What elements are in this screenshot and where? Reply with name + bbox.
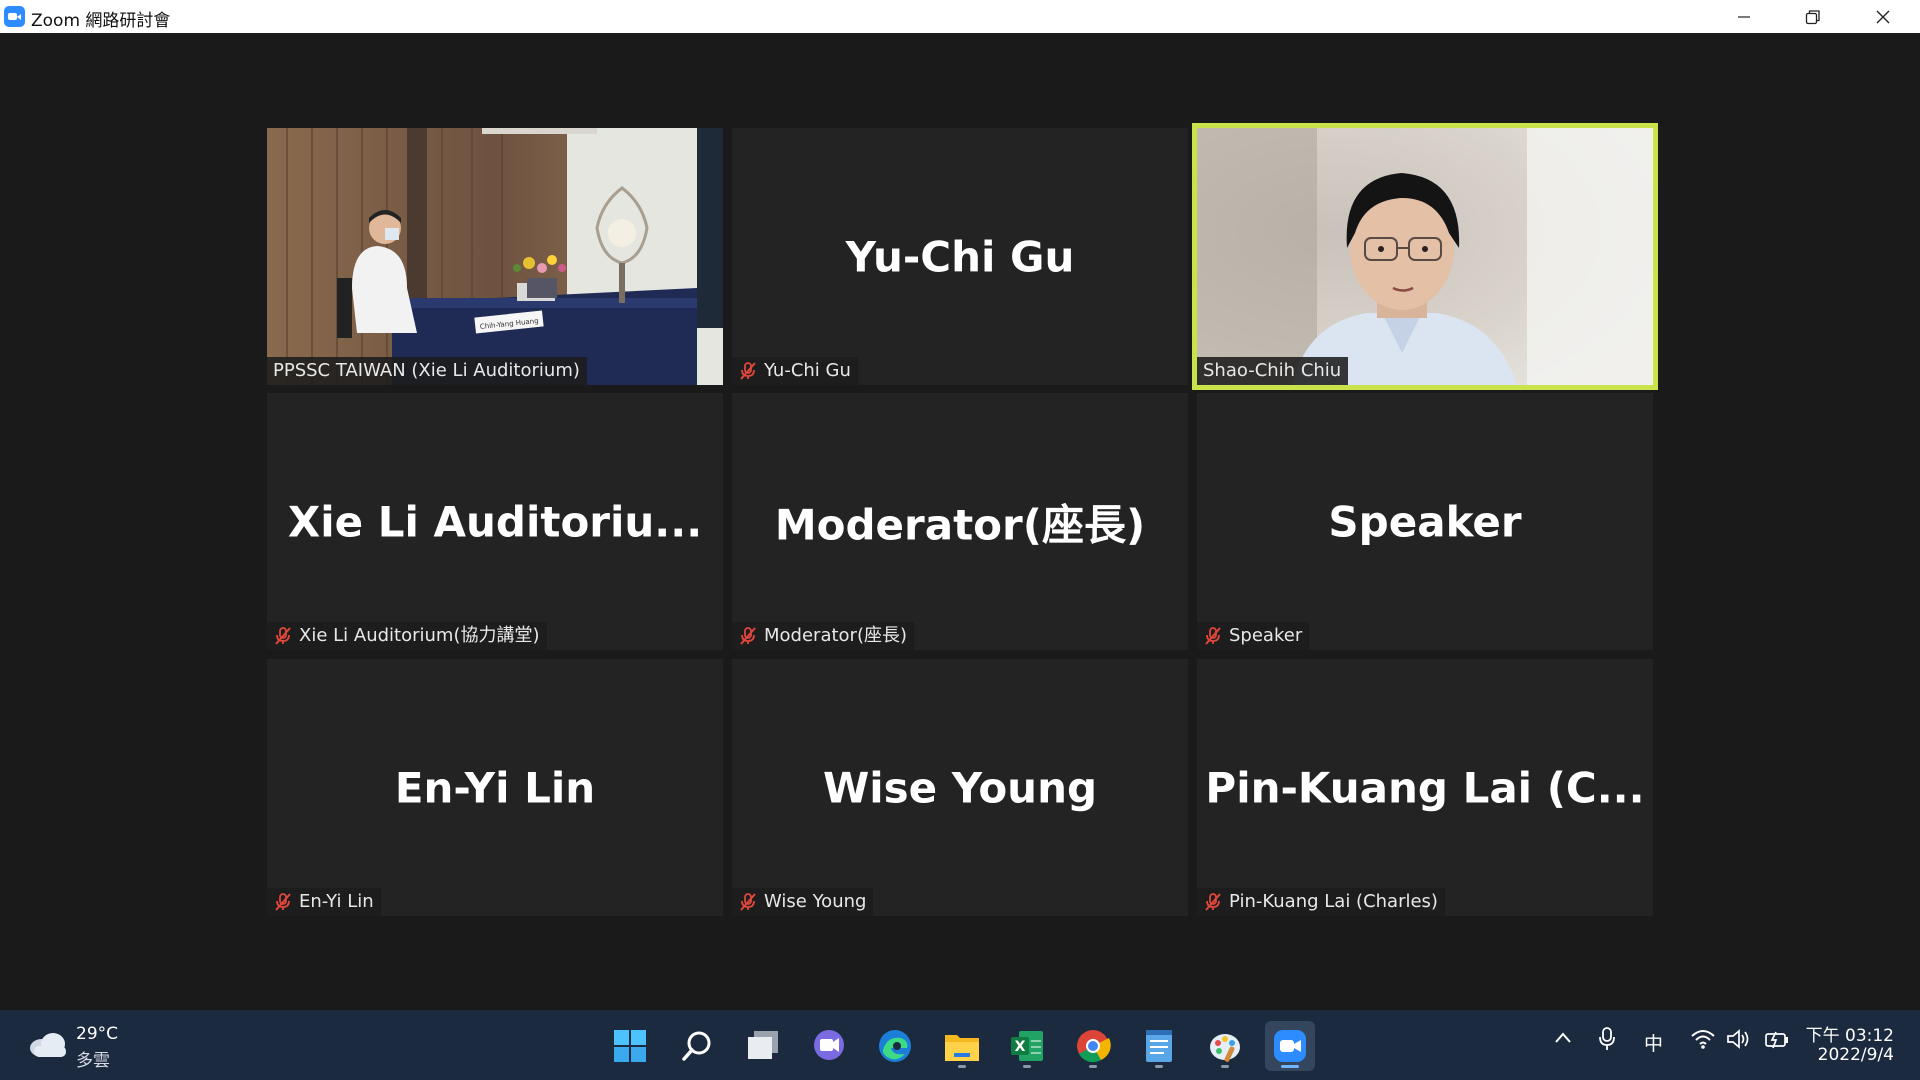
participant-display-name: Speaker	[1328, 497, 1522, 546]
participant-name: Pin-Kuang Lai (Charles)	[1229, 891, 1438, 912]
weather-temperature: 29°C	[76, 1024, 119, 1044]
participant-name: Moderator(座長)	[764, 625, 907, 646]
search-button[interactable]	[672, 1021, 722, 1071]
task-view-button[interactable]	[738, 1021, 788, 1071]
restore-button[interactable]	[1783, 0, 1843, 33]
participant-label: Moderator(座長)	[732, 622, 914, 650]
edge-icon	[879, 1030, 911, 1062]
title-bar: Zoom 網路研討會	[0, 0, 1920, 33]
edge-button[interactable]	[870, 1021, 920, 1071]
network-button[interactable]	[1690, 1028, 1716, 1055]
cloud-icon	[30, 1033, 66, 1057]
participant-name: Xie Li Auditorium(協力講堂)	[299, 625, 540, 646]
participant-name: Speaker	[1229, 625, 1303, 646]
wifi-icon	[1691, 1030, 1715, 1049]
file-explorer-button[interactable]	[937, 1021, 987, 1071]
window-title: Zoom 網路研討會	[31, 11, 171, 31]
video-tile-ppssc-taiwan[interactable]: Chih-Yang Huang PPSSC TAIWAN (Xie Li Aud…	[267, 128, 723, 385]
close-button[interactable]	[1853, 0, 1913, 33]
video-tile-xie-li-auditorium[interactable]: Xie Li Auditoriu... Xie Li Auditorium(協力…	[267, 393, 723, 650]
video-tile-moderator[interactable]: Moderator(座長) Moderator(座長)	[732, 393, 1188, 650]
video-tile-speaker[interactable]: Speaker Speaker	[1197, 393, 1653, 650]
zoom-icon	[1274, 1030, 1306, 1062]
microphone-muted-icon	[275, 627, 291, 645]
battery-button[interactable]	[1763, 1028, 1789, 1055]
paint-button[interactable]	[1200, 1021, 1250, 1071]
running-indicator	[958, 1065, 966, 1068]
participant-display-name: Yu-Chi Gu	[845, 232, 1075, 281]
running-indicator	[1089, 1065, 1097, 1068]
participant-display-name: Xie Li Auditoriu...	[287, 497, 703, 546]
windows-start-icon	[614, 1030, 646, 1062]
auditorium-video-feed: Chih-Yang Huang	[267, 128, 723, 385]
active-speaker-border	[1192, 123, 1658, 390]
participant-name: Yu-Chi Gu	[764, 360, 851, 381]
windows-taskbar: 29°C 多雲 X 中 下午 03:12 2022/9/4	[0, 1010, 1920, 1080]
participant-label: Pin-Kuang Lai (Charles)	[1197, 888, 1445, 916]
chrome-button[interactable]	[1068, 1021, 1118, 1071]
participant-display-name: Moderator(座長)	[774, 500, 1146, 549]
participant-display-name: Wise Young	[822, 763, 1098, 812]
participant-label: Speaker	[1197, 622, 1310, 650]
participant-label: En-Yi Lin	[267, 888, 381, 916]
speaker-volume-icon	[1727, 1029, 1749, 1049]
microphone-icon	[1599, 1027, 1615, 1050]
task-view-icon	[748, 1031, 778, 1059]
video-gallery: Chih-Yang Huang PPSSC TAIWAN (Xie Li Aud…	[0, 33, 1920, 1010]
microphone-muted-icon	[740, 893, 756, 911]
input-method-indicator[interactable]: 中	[1644, 1029, 1663, 1056]
microphone-muted-icon	[1205, 627, 1221, 645]
weather-description: 多雲	[76, 1051, 110, 1071]
minimize-button[interactable]	[1714, 0, 1774, 33]
running-indicator	[1155, 1065, 1163, 1068]
running-indicator	[1023, 1065, 1031, 1068]
start-button[interactable]	[605, 1021, 655, 1071]
chat-icon	[814, 1030, 844, 1060]
chrome-icon	[1077, 1030, 1111, 1063]
participant-label: Xie Li Auditorium(協力講堂)	[267, 622, 547, 650]
chat-button[interactable]	[804, 1021, 854, 1071]
participant-label: PPSSC TAIWAN (Xie Li Auditorium)	[267, 357, 587, 385]
running-indicator	[1221, 1065, 1229, 1068]
participant-display-name: En-Yi Lin	[394, 763, 596, 812]
battery-charging-icon	[1765, 1031, 1788, 1049]
video-tile-wise-young[interactable]: Wise Young Wise Young	[732, 659, 1188, 916]
excel-icon: X	[1011, 1031, 1043, 1061]
participant-name: En-Yi Lin	[299, 891, 374, 912]
close-icon	[1876, 10, 1890, 23]
weather-widget[interactable]: 29°C 多雲	[10, 1018, 160, 1074]
microphone-tray-button[interactable]	[1597, 1026, 1617, 1057]
notepad-button[interactable]	[1134, 1021, 1184, 1071]
video-tile-pin-kuang-lai[interactable]: Pin-Kuang Lai (C... Pin-Kuang Lai (Charl…	[1197, 659, 1653, 916]
svg-text:X: X	[1015, 1039, 1026, 1055]
zoom-button[interactable]	[1265, 1021, 1315, 1071]
running-indicator	[1281, 1065, 1299, 1068]
microphone-muted-icon	[1205, 893, 1221, 911]
video-tile-en-yi-lin[interactable]: En-Yi Lin En-Yi Lin	[267, 659, 723, 916]
participant-name: Wise Young	[764, 891, 867, 912]
show-hidden-icons-button[interactable]	[1553, 1028, 1573, 1053]
participant-display-name: Pin-Kuang Lai (C...	[1205, 763, 1645, 812]
participant-name: PPSSC TAIWAN (Xie Li Auditorium)	[273, 360, 580, 381]
zoom-logo-icon	[4, 6, 25, 27]
video-tile-yu-chi-gu[interactable]: Yu-Chi Gu Yu-Chi Gu	[732, 128, 1188, 385]
clock-time[interactable]: 下午 03:12	[1806, 1021, 1894, 1046]
participant-label: Wise Young	[732, 888, 874, 916]
microphone-muted-icon	[740, 362, 756, 380]
clock-date[interactable]: 2022/9/4	[1818, 1045, 1894, 1065]
microphone-muted-icon	[740, 627, 756, 645]
file-explorer-icon	[945, 1035, 979, 1061]
paint-icon	[1210, 1034, 1240, 1062]
restore-icon	[1805, 9, 1820, 24]
volume-button[interactable]	[1726, 1028, 1750, 1055]
minimize-icon	[1738, 15, 1750, 18]
notepad-icon	[1146, 1030, 1172, 1062]
participant-label: Yu-Chi Gu	[732, 357, 858, 385]
search-icon	[682, 1031, 711, 1061]
chevron-up-icon	[1555, 1032, 1571, 1043]
excel-button[interactable]: X	[1002, 1021, 1052, 1071]
microphone-muted-icon	[275, 893, 291, 911]
